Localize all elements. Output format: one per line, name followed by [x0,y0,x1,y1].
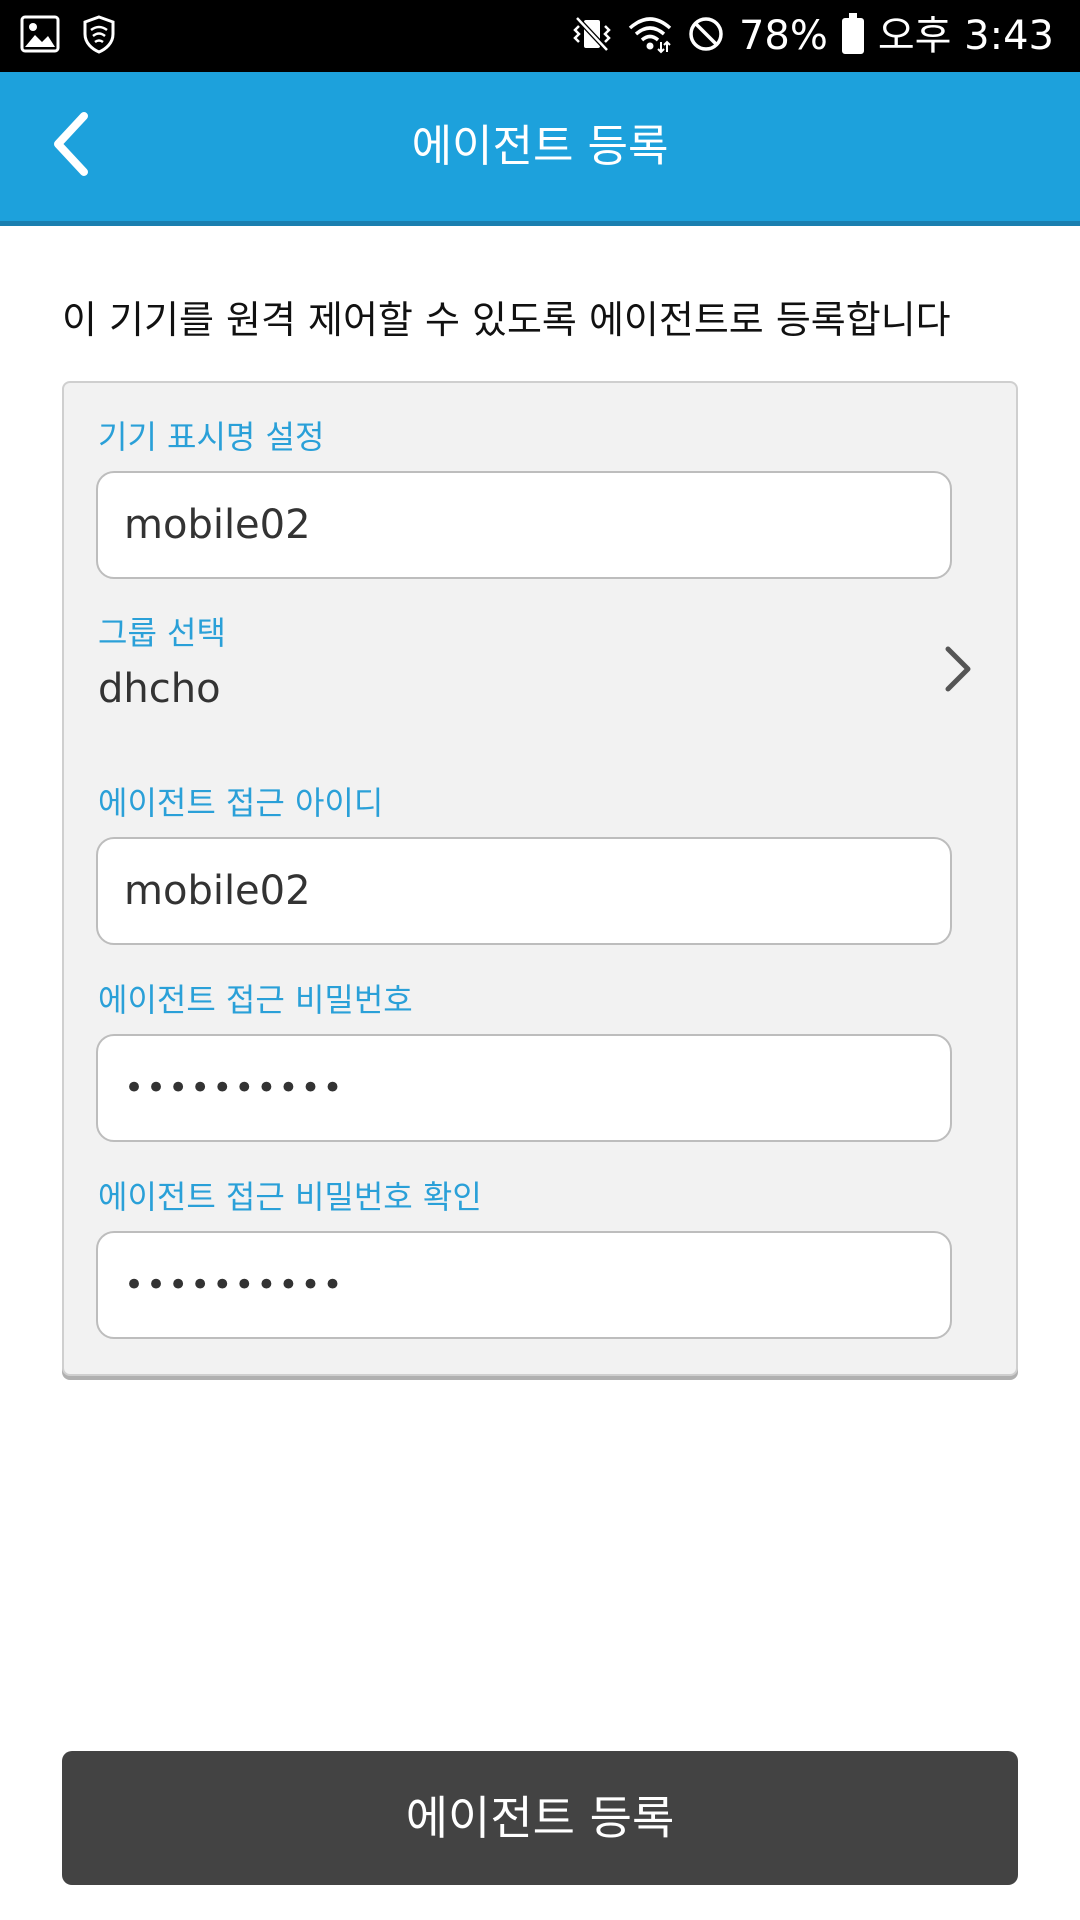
intro-text: 이 기기를 원격 제어할 수 있도록 에이전트로 등록합니다 [62,298,951,342]
gallery-icon [20,15,60,57]
status-bar: 78% 오후 3:43 [0,0,1080,72]
back-button[interactable] [40,104,110,184]
battery-icon [841,13,864,54]
access-id-field[interactable]: mobile02 [96,837,952,945]
group-select-label: 그룹 선택 [98,614,226,652]
shield-icon [82,14,116,58]
registration-form-card: 기기 표시명 설정 mobile02 그룹 선택 dhcho 에이전트 접근 아… [62,381,1018,1376]
group-select-value: dhcho [98,666,221,712]
app-bar: 에이전트 등록 [0,72,1080,226]
display-name-label: 기기 표시명 설정 [98,418,325,456]
vibrate-mute-icon [571,14,613,58]
password-field[interactable]: •••••••••• [96,1034,952,1142]
chevron-left-icon [54,112,88,176]
password-confirm-field[interactable]: •••••••••• [96,1231,952,1339]
page-title: 에이전트 등록 [411,121,669,172]
access-id-label: 에이전트 접근 아이디 [98,784,384,822]
password-confirm-label: 에이전트 접근 비밀번호 확인 [98,1178,482,1216]
battery-percent: 78% [738,13,828,59]
chevron-right-icon[interactable] [938,641,978,697]
wifi-icon [627,14,673,58]
display-name-field[interactable]: mobile02 [96,471,952,579]
password-label: 에이전트 접근 비밀번호 [98,981,413,1019]
do-not-disturb-icon [687,15,725,57]
clock: 오후 3:43 [877,13,1054,59]
register-agent-button[interactable]: 에이전트 등록 [62,1751,1018,1885]
